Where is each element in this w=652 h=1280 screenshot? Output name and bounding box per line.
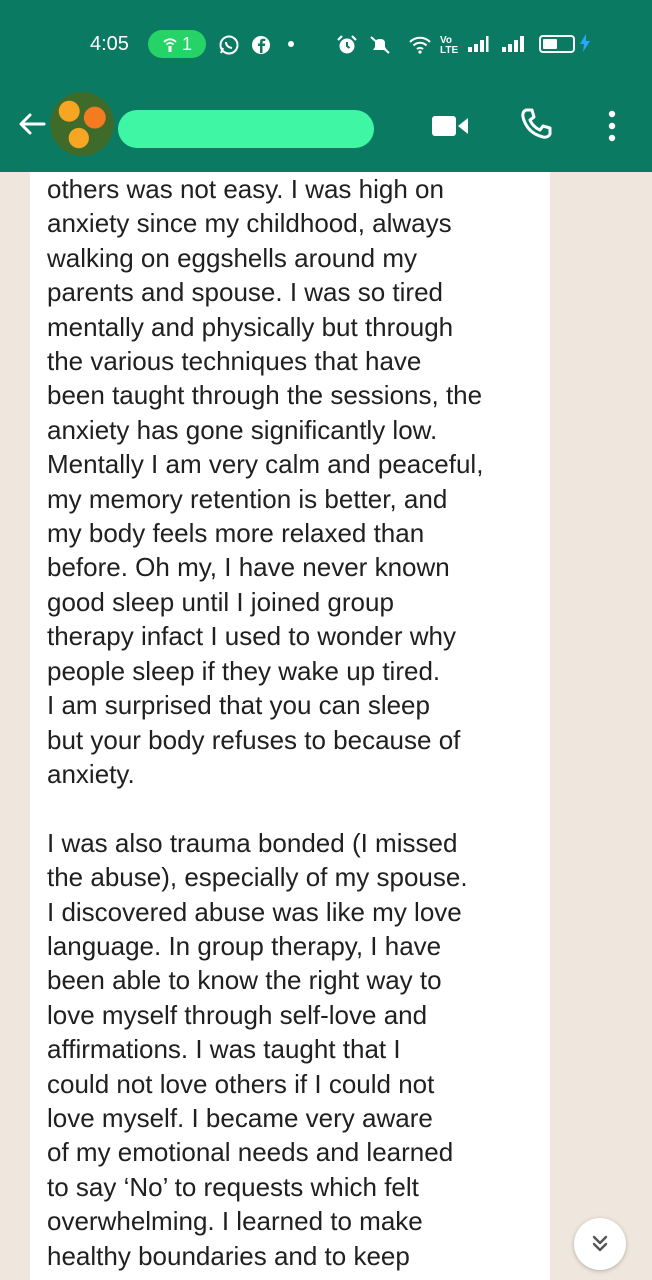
contact-avatar[interactable] [50, 92, 114, 156]
voice-call-icon[interactable] [518, 106, 554, 142]
message-bubble[interactable]: others was not easy. I was high on anxie… [30, 172, 550, 1280]
whatsapp-icon [219, 35, 239, 55]
wifi-icon [409, 36, 431, 54]
battery-icon [539, 35, 575, 53]
signal-icon [468, 36, 489, 52]
signal-icon-2 [502, 36, 524, 52]
status-time: 4:05 [90, 33, 129, 55]
chat-area[interactable]: others was not easy. I was high on anxie… [0, 172, 652, 1280]
mute-icon [370, 36, 390, 54]
hotspot-pill[interactable]: 1 [148, 30, 206, 58]
facebook-icon [252, 36, 270, 54]
contact-name-redacted[interactable] [118, 110, 374, 148]
volte-label-bottom: LTE [440, 45, 459, 56]
hotspot-icon [163, 38, 177, 52]
alarm-icon [337, 35, 357, 54]
message-text: others was not easy. I was high on anxie… [47, 174, 484, 1271]
scroll-to-bottom-button[interactable] [574, 1218, 626, 1270]
chat-header [0, 88, 652, 172]
video-call-icon[interactable] [430, 112, 470, 140]
status-bar: 4:05 1 Vo LTE [0, 0, 652, 88]
hotspot-count: 1 [181, 33, 192, 54]
dot-icon [288, 41, 294, 47]
back-arrow-icon[interactable] [14, 106, 50, 142]
double-chevron-down-icon [592, 1235, 608, 1252]
more-options-icon[interactable] [600, 108, 624, 144]
charging-icon [580, 34, 590, 52]
